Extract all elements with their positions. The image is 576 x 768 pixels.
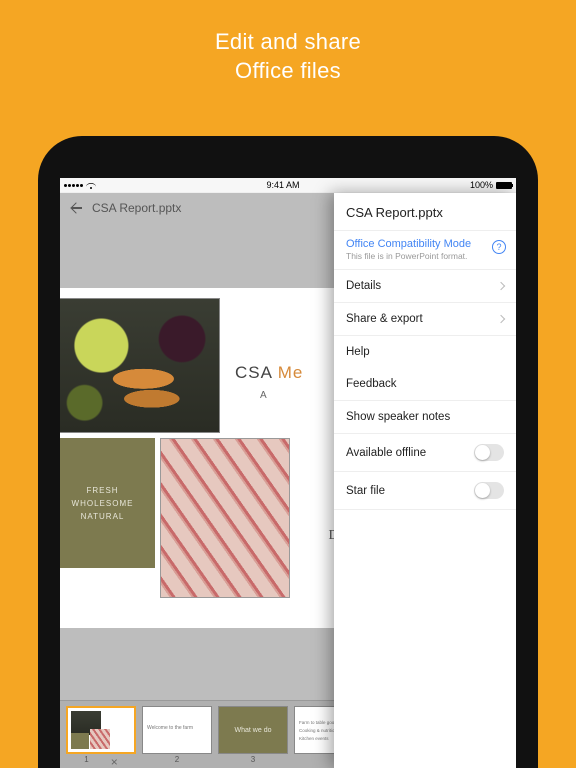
close-thumb-icon[interactable]: ×: [111, 755, 118, 768]
thumb-2-number: 2: [175, 755, 179, 764]
feedback-row[interactable]: Feedback: [334, 368, 516, 401]
signal-dots-icon: [64, 184, 83, 187]
available-offline-row: Available offline: [334, 434, 516, 471]
office-compat-row[interactable]: Office Compatibility Mode This file is i…: [334, 231, 516, 270]
side-panel: CSA Report.pptx Office Compatibility Mod…: [334, 193, 516, 768]
vegetables-photo: [60, 298, 220, 433]
ios-status-bar: 9:41 AM 100%: [60, 178, 516, 193]
thumb-2[interactable]: Welcome to the farm: [142, 706, 212, 754]
thumb-1[interactable]: [66, 706, 136, 754]
offline-label: Available offline: [346, 447, 426, 459]
feedback-label: Feedback: [346, 378, 397, 390]
panel-title: CSA Report.pptx: [334, 193, 516, 231]
details-label: Details: [346, 280, 381, 292]
slide-subtitle: A: [260, 390, 267, 401]
slide-canvas[interactable]: CSA Me A FRESH WHOLESOME NATURAL DR: [60, 288, 360, 628]
promo-text: Edit and share Office files: [0, 0, 576, 85]
details-row[interactable]: Details: [334, 270, 516, 303]
help-icon[interactable]: ?: [492, 240, 506, 254]
ocm-subtitle: This file is in PowerPoint format.: [346, 251, 504, 261]
green-text-block: FRESH WHOLESOME NATURAL: [60, 438, 155, 568]
slide-title: CSA Me: [235, 363, 303, 383]
help-row[interactable]: Help: [334, 336, 516, 368]
tablet-screen: 9:41 AM 100% CSA Report.pptx CSA Me A FR…: [60, 178, 516, 768]
tablet-frame: 9:41 AM 100% CSA Report.pptx CSA Me A FR…: [38, 136, 538, 768]
chevron-right-icon: [497, 315, 505, 323]
back-arrow-icon[interactable]: [70, 201, 84, 215]
ocm-title: Office Compatibility Mode: [346, 238, 504, 250]
beans-photo: [160, 438, 290, 598]
statusbar-time: 9:41 AM: [266, 180, 299, 190]
editor-filename: CSA Report.pptx: [92, 201, 181, 215]
chevron-right-icon: [497, 282, 505, 290]
star-file-row: Star file: [334, 472, 516, 510]
promo-line2: Office files: [235, 58, 341, 83]
help-label: Help: [346, 346, 370, 358]
star-toggle[interactable]: [474, 482, 504, 499]
battery-percent: 100%: [470, 180, 493, 190]
share-export-row[interactable]: Share & export: [334, 303, 516, 336]
promo-line1: Edit and share: [215, 29, 361, 54]
star-label: Star file: [346, 485, 385, 497]
battery-icon: [496, 182, 512, 189]
thumb-3[interactable]: What we do: [218, 706, 288, 754]
speaker-notes-row[interactable]: Show speaker notes: [334, 401, 516, 434]
share-label: Share & export: [346, 313, 423, 325]
wifi-icon: [86, 182, 96, 189]
speaker-label: Show speaker notes: [346, 411, 450, 423]
thumb-3-number: 3: [251, 755, 255, 764]
thumb-1-number: 1: [84, 755, 88, 768]
offline-toggle[interactable]: [474, 444, 504, 461]
